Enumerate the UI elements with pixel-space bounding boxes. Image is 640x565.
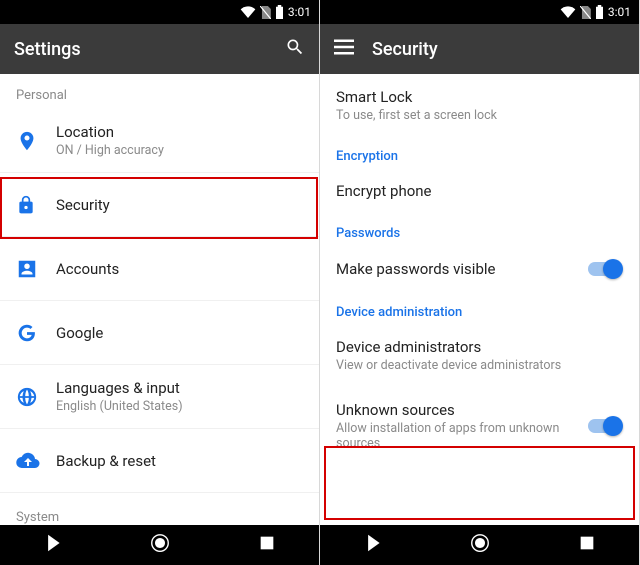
settings-item-location[interactable]: Location ON / High accuracy <box>0 109 319 173</box>
nav-bar <box>0 525 319 565</box>
security-screen: 3:01 Security Smart Lock To use, first s… <box>320 0 640 565</box>
settings-item-accounts[interactable]: Accounts <box>0 237 319 301</box>
battery-icon <box>595 5 604 19</box>
section-passwords: Passwords <box>320 212 639 247</box>
item-smart-lock: Smart Lock To use, first set a screen lo… <box>320 74 639 135</box>
back-button[interactable] <box>44 534 62 556</box>
wifi-icon <box>560 6 576 18</box>
wifi-icon <box>240 6 256 18</box>
recent-button[interactable] <box>579 535 595 555</box>
toggle-passwords-visible[interactable] <box>587 259 623 279</box>
item-label: Google <box>56 324 303 342</box>
status-time: 3:01 <box>608 5 631 19</box>
section-personal: Personal <box>0 74 319 109</box>
cloud-upload-icon <box>16 452 56 470</box>
nav-bar <box>320 525 639 565</box>
no-sim-icon <box>580 6 591 19</box>
item-label: Smart Lock <box>336 88 623 106</box>
item-label: Device administrators <box>336 338 623 356</box>
item-label: Accounts <box>56 260 303 278</box>
menu-icon[interactable] <box>334 39 354 59</box>
battery-icon <box>275 5 284 19</box>
section-device-admin: Device administration <box>320 291 639 326</box>
status-bar: 3:01 <box>0 0 319 24</box>
item-device-admins[interactable]: Device administrators View or deactivate… <box>320 326 639 385</box>
google-icon <box>16 322 56 344</box>
settings-list: Personal Location ON / High accuracy Sec… <box>0 74 319 525</box>
item-sublabel: English (United States) <box>56 399 303 414</box>
item-label: Backup & reset <box>56 452 303 470</box>
item-label: Languages & input <box>56 379 303 397</box>
app-bar: Security <box>320 24 639 74</box>
item-label: Security <box>56 196 303 214</box>
settings-item-backup[interactable]: Backup & reset <box>0 429 319 493</box>
no-sim-icon <box>260 6 271 19</box>
item-sublabel: ON / High accuracy <box>56 143 303 158</box>
security-list: Smart Lock To use, first set a screen lo… <box>320 74 639 525</box>
recent-button[interactable] <box>259 535 275 555</box>
app-bar: Settings <box>0 24 319 74</box>
settings-item-security[interactable]: Security <box>0 173 319 237</box>
lock-icon <box>16 194 56 216</box>
settings-item-languages[interactable]: Languages & input English (United States… <box>0 365 319 429</box>
page-title: Settings <box>14 39 267 60</box>
item-sublabel: Allow installation of apps from unknown … <box>336 421 587 451</box>
item-label: Encrypt phone <box>336 182 623 200</box>
search-icon[interactable] <box>285 37 305 61</box>
home-button[interactable] <box>149 532 171 558</box>
home-button[interactable] <box>469 532 491 558</box>
item-unknown-sources[interactable]: Unknown sources Allow installation of ap… <box>320 385 639 467</box>
status-time: 3:01 <box>288 5 311 19</box>
location-icon <box>16 130 56 152</box>
toggle-unknown-sources[interactable] <box>587 416 623 436</box>
section-encryption: Encryption <box>320 135 639 170</box>
back-button[interactable] <box>364 534 382 556</box>
page-title: Security <box>372 39 625 60</box>
item-passwords-visible[interactable]: Make passwords visible <box>320 247 639 291</box>
settings-item-google[interactable]: Google <box>0 301 319 365</box>
item-sublabel: View or deactivate device administrators <box>336 358 623 373</box>
globe-icon <box>16 386 56 408</box>
section-system: System <box>0 500 75 525</box>
item-encrypt-phone[interactable]: Encrypt phone <box>320 170 639 212</box>
account-icon <box>16 258 56 280</box>
item-label: Location <box>56 123 303 141</box>
item-label: Make passwords visible <box>336 260 587 278</box>
status-bar: 3:01 <box>320 0 639 24</box>
item-label: Unknown sources <box>336 401 587 419</box>
item-sublabel: To use, first set a screen lock <box>336 108 623 123</box>
settings-screen: 3:01 Settings Personal Location ON / Hig… <box>0 0 320 565</box>
